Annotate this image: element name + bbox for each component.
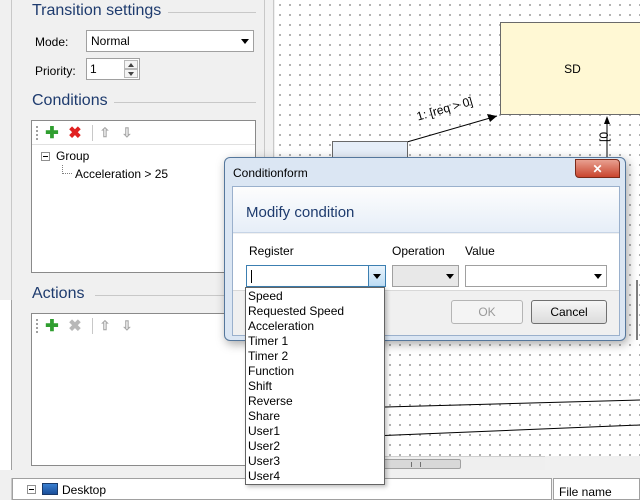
transition-settings-title: Transition settings [32, 2, 162, 19]
side-transition-label: [0 [597, 131, 611, 142]
toolbar-separator [92, 125, 93, 141]
add-icon[interactable]: ✚ [44, 125, 60, 142]
toolbar-separator [92, 318, 93, 334]
toolbar-grip [36, 126, 38, 140]
register-option[interactable]: User2 [246, 439, 384, 454]
tree-group-item[interactable]: Group [56, 149, 89, 163]
dialog-close-button[interactable]: ✕ [575, 159, 620, 178]
actions-panel: ✚ ✖ ⇧ ⇩ [31, 313, 256, 466]
minus-icon [29, 489, 34, 490]
transition-settings-divider [168, 12, 256, 13]
tree-expand-toggle[interactable] [27, 485, 36, 494]
register-label: Register [249, 244, 294, 258]
desktop-tree-item[interactable]: Desktop [62, 483, 106, 497]
register-option[interactable]: User1 [246, 424, 384, 439]
register-dropdown-list: Speed Requested Speed Acceleration Timer… [245, 287, 385, 485]
tree-condition-item[interactable]: Acceleration > 25 [75, 167, 168, 181]
text-caret [251, 270, 252, 283]
register-option[interactable]: Share [246, 409, 384, 424]
ok-button[interactable]: OK [451, 300, 523, 324]
actions-toolbar: ✚ ✖ ⇧ ⇩ [32, 314, 255, 338]
triangle-up-icon [128, 63, 134, 67]
register-option[interactable]: Reverse [246, 394, 384, 409]
move-up-icon[interactable]: ⇧ [97, 125, 113, 141]
register-select[interactable] [246, 265, 386, 287]
desktop-icon [42, 483, 58, 495]
register-option[interactable]: User4 [246, 469, 384, 484]
dialog-title: Conditionform [233, 166, 308, 180]
chevron-down-icon [241, 39, 249, 44]
cancel-button[interactable]: Cancel [531, 300, 607, 324]
conditions-panel: ✚ ✖ ⇧ ⇩ Group Acceleration > 25 [31, 120, 256, 273]
grip-icon [411, 462, 421, 467]
chevron-down-icon [594, 274, 602, 279]
chevron-down-icon [373, 274, 381, 279]
register-option[interactable]: Requested Speed [246, 304, 384, 319]
triangle-down-icon [128, 72, 134, 76]
register-option[interactable]: Shift [246, 379, 384, 394]
value-label: Value [465, 244, 495, 258]
file-name-column-header[interactable]: File name [559, 485, 612, 499]
spinner-up-button[interactable] [124, 60, 138, 69]
left-edge-lower-panel [0, 300, 12, 470]
priority-spinner[interactable]: 1 [86, 58, 140, 80]
conditions-toolbar: ✚ ✖ ⇧ ⇩ [32, 121, 255, 145]
mode-label: Mode: [35, 35, 69, 49]
canvas-corner [545, 456, 640, 470]
delete-icon[interactable]: ✖ [67, 318, 83, 335]
move-down-icon[interactable]: ⇩ [119, 318, 135, 334]
mode-select[interactable]: Normal [86, 30, 254, 52]
register-option[interactable]: User3 [246, 454, 384, 469]
file-list-header: File name [553, 478, 640, 500]
actions-title: Actions [32, 285, 85, 302]
minus-icon [43, 156, 48, 157]
register-option[interactable]: Function [246, 364, 384, 379]
scrollbar-thumb[interactable] [375, 459, 461, 469]
operation-select[interactable] [392, 265, 459, 287]
dialog-heading: Modify condition [246, 204, 355, 221]
register-option[interactable]: Acceleration [246, 319, 384, 334]
register-option[interactable]: Timer 2 [246, 349, 384, 364]
move-up-icon[interactable]: ⇧ [97, 318, 113, 334]
dialog-header-band: Modify condition [233, 187, 619, 233]
conditions-divider [114, 102, 256, 103]
conditions-title: Conditions [32, 92, 108, 109]
close-icon: ✕ [592, 161, 603, 176]
mode-select-value: Normal [91, 34, 130, 48]
spinner-down-button[interactable] [124, 69, 138, 78]
tree-collapse-toggle[interactable] [41, 152, 50, 161]
move-down-icon[interactable]: ⇩ [119, 125, 135, 141]
priority-label: Priority: [35, 64, 76, 78]
delete-icon[interactable]: ✖ [67, 125, 83, 142]
value-select[interactable] [465, 265, 607, 287]
chevron-down-icon [446, 274, 454, 279]
priority-value: 1 [90, 62, 97, 76]
add-icon[interactable]: ✚ [44, 318, 60, 335]
operation-label: Operation [392, 244, 445, 258]
register-dropdown-button[interactable] [368, 266, 385, 286]
tree-connector [62, 165, 72, 174]
register-option[interactable]: Speed [246, 289, 384, 304]
toolbar-grip [36, 319, 38, 333]
register-option[interactable]: Timer 1 [246, 334, 384, 349]
